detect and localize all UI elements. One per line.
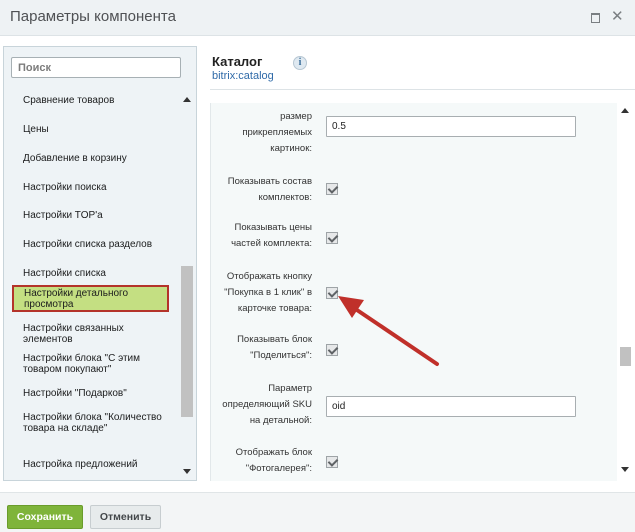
settings-scrollbar[interactable] (618, 103, 632, 481)
sku-param-input[interactable] (326, 396, 576, 417)
settings-scroll-thumb[interactable] (620, 347, 631, 366)
field-label-show-set-prices: Показывать цены частей комплекта: (231, 222, 312, 249)
field-label-one-click-button: Отображать кнопку "Покупка в 1 клик" в к… (224, 271, 312, 314)
field-label-image-size: размер прикрепляемых картинок: (242, 111, 312, 154)
maximize-icon[interactable] (589, 11, 601, 23)
sidebar-item-top-settings[interactable]: Настройки TOP'а (23, 210, 173, 221)
save-button[interactable]: Сохранить (7, 505, 83, 529)
search-input[interactable] (11, 57, 181, 78)
sidebar-item-list-settings[interactable]: Настройки списка (23, 268, 173, 279)
scroll-down-icon[interactable] (621, 467, 629, 472)
field-label-show-set-items: Показывать состав комплектов: (227, 176, 312, 203)
field-label-sku-param: Параметр определяющий SKU на детальной: (222, 383, 312, 426)
sidebar-scrollbar[interactable] (180, 89, 194, 481)
component-code: bitrix:catalog (212, 70, 274, 82)
annotation-arrow-icon (338, 296, 439, 366)
sidebar-item-stock-amount[interactable]: Настройки блока "Количество товара на ск… (23, 412, 173, 434)
show-set-prices-checkbox[interactable] (326, 232, 338, 244)
photo-gallery-checkbox[interactable] (326, 456, 338, 468)
info-icon[interactable]: i (293, 56, 307, 70)
sidebar-item-prices[interactable]: Цены (23, 124, 173, 135)
field-label-share-block: Показывать блок "Поделиться": (237, 334, 312, 361)
sidebar: Сравнение товаров Цены Добавление в корз… (3, 46, 197, 481)
scroll-down-icon[interactable] (183, 469, 191, 474)
close-icon[interactable]: ✕ (611, 9, 624, 24)
dialog-footer: Сохранить Отменить (0, 492, 635, 532)
scroll-up-icon[interactable] (621, 108, 629, 113)
scroll-up-icon[interactable] (183, 97, 191, 102)
sidebar-item-add-to-cart[interactable]: Добавление в корзину (23, 153, 173, 164)
field-label-photo-gallery: Отображать блок "Фотогалерея": (235, 447, 312, 474)
sidebar-item-offers[interactable]: Настройка предложений (23, 459, 173, 470)
sidebar-item-sections-list[interactable]: Настройки списка разделов (23, 239, 173, 250)
sidebar-menu: Сравнение товаров Цены Добавление в корз… (4, 89, 180, 479)
sidebar-item-bought-together[interactable]: Настройки блока "С этим товаром покупают… (23, 353, 173, 375)
sidebar-item-search-settings[interactable]: Настройки поиска (23, 182, 173, 193)
sidebar-scroll-thumb[interactable] (181, 266, 193, 417)
image-size-input[interactable] (326, 116, 576, 137)
sidebar-item-related-elements[interactable]: Настройки связанных элементов (23, 323, 173, 345)
window-title: Параметры компонента (10, 8, 176, 25)
sidebar-item-gifts[interactable]: Настройки "Подарков" (23, 388, 173, 399)
title-bar: Параметры компонента ✕ (0, 0, 635, 36)
component-title: Каталог (212, 54, 263, 69)
cancel-button[interactable]: Отменить (90, 505, 161, 529)
sidebar-item-compare[interactable]: Сравнение товаров (23, 95, 173, 106)
sidebar-item-detail-view[interactable]: Настройки детального просмотра (12, 285, 169, 312)
show-set-items-checkbox[interactable] (326, 183, 338, 195)
